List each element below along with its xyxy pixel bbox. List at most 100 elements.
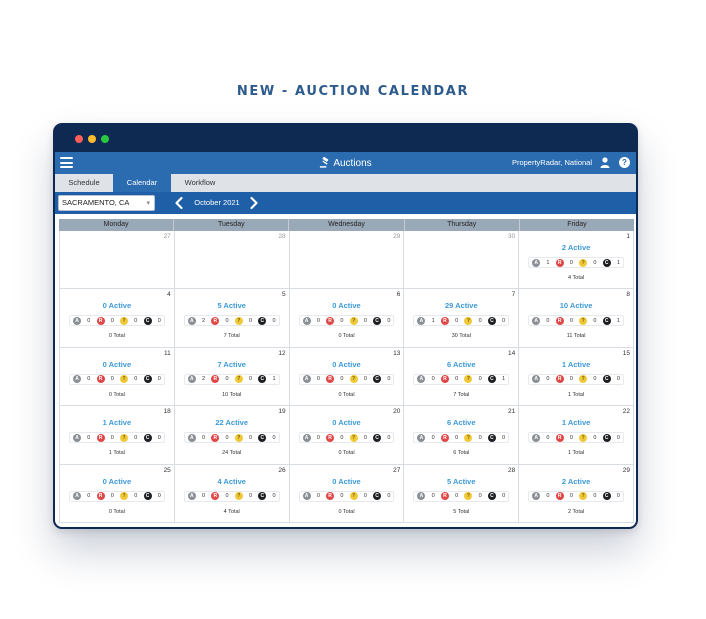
- status-count-value: 1: [272, 376, 276, 383]
- status-count-value: 0: [502, 434, 506, 441]
- status-count-value: 1: [431, 317, 435, 324]
- calendar-day-cell[interactable]: 55 Active A 2 R 0? 0 C 0 7 Total: [174, 289, 290, 348]
- active-count-link[interactable]: 0 Active: [290, 477, 404, 486]
- maximize-window-dot[interactable]: [101, 135, 109, 143]
- auction-status-a-icon: A: [73, 433, 81, 442]
- active-count-link[interactable]: 1 Active: [519, 360, 633, 369]
- calendar-day-cell[interactable]: 20 0 Active A 0 R 0? 0 C 0 0 Total: [289, 406, 405, 465]
- calendar-day-cell[interactable]: 29: [289, 231, 405, 290]
- calendar-day-cell[interactable]: 60 Active A 0 R 0? 0 C 0 0 Total: [289, 289, 405, 348]
- day-number: 30: [507, 233, 516, 240]
- auction-status-r-icon: R: [555, 375, 564, 384]
- status-count-value: 0: [593, 376, 597, 383]
- status-count-value: 0: [363, 317, 367, 324]
- active-count-link[interactable]: 2 Active: [519, 477, 633, 486]
- status-counts: A 0 R 0? 0 C 0: [528, 490, 624, 502]
- calendar-day-cell[interactable]: 26 4 Active A 0 R 0? 0 C 0 4 Total: [174, 464, 290, 523]
- auction-status-r-icon: R: [211, 316, 220, 325]
- active-count-link[interactable]: 1 Active: [519, 418, 633, 427]
- minimize-window-dot[interactable]: [88, 135, 96, 143]
- calendar-day-cell[interactable]: 40 Active A 0 R 0? 0 C 0 0 Total: [60, 289, 175, 348]
- active-count-link[interactable]: 0 Active: [290, 301, 404, 310]
- tab-workflow[interactable]: Workflow: [171, 174, 229, 192]
- auction-status-c-icon: C: [602, 492, 611, 501]
- auction-status-c-icon: C: [258, 433, 267, 442]
- day-number: 26: [278, 466, 286, 474]
- auction-status-unknown-icon: ?: [234, 316, 243, 325]
- status-count-value: 0: [340, 493, 344, 500]
- auction-status-a-icon: A: [302, 375, 311, 384]
- active-count-link[interactable]: 6 Active: [404, 418, 518, 427]
- calendar-day-cell[interactable]: 11 0 Active A 0 R 0? 0 C 0 0 Total: [60, 347, 175, 407]
- status-count-value: 0: [616, 434, 620, 441]
- status-count-value: 0: [157, 493, 161, 500]
- calendar-day-cell[interactable]: 25 0 Active A 0 R 0? 0 C 0 0 Total: [60, 464, 175, 523]
- status-count-value: 0: [593, 434, 597, 441]
- auction-status-unknown-icon: ?: [349, 492, 358, 501]
- total-count: 4 Total: [568, 275, 585, 281]
- calendar-day-cell[interactable]: 28 5 Active A 0 R 0? 0 C 0 5 Total: [404, 464, 520, 523]
- account-name[interactable]: PropertyRadar, National: [512, 158, 592, 167]
- help-icon[interactable]: ?: [619, 157, 630, 168]
- auction-status-r-icon: R: [440, 433, 449, 442]
- calendar-day-cell[interactable]: 15 1 Active A 0 R 0? 0 C 0 1 Total: [519, 347, 634, 407]
- calendar-day-cell[interactable]: 27 0 Active A 0 R 0? 0 C 0 0 Total: [289, 464, 405, 523]
- status-counts: A 0 R 0? 0 C 0: [528, 373, 624, 385]
- calendar-day-cell[interactable]: 14 6 Active A 0 R 0? 0 C 1 7 Total: [404, 347, 520, 407]
- status-count-value: 0: [546, 317, 550, 324]
- active-count-link[interactable]: 0 Active: [60, 360, 174, 369]
- auctions-app: Auctions PropertyRadar, National ? Sched…: [55, 152, 636, 527]
- calendar-day-cell[interactable]: 22 1 Active A 0 R 0? 0 C 0 1 Total: [519, 406, 634, 465]
- auction-status-c-icon: C: [143, 316, 152, 325]
- calendar-day-cell[interactable]: 27: [60, 231, 175, 290]
- total-count: 0 Total: [108, 333, 125, 340]
- auction-status-r-icon: R: [555, 433, 564, 442]
- active-count-link[interactable]: 22 Active: [175, 418, 289, 427]
- active-count-link[interactable]: 0 Active: [60, 301, 174, 310]
- status-count-value: 0: [431, 493, 435, 500]
- calendar-day-cell[interactable]: 12 Active A 1 R 0? 0 C 1 4 Total: [519, 231, 634, 290]
- calendar-day-cell[interactable]: 30: [404, 231, 520, 290]
- active-count-link[interactable]: 0 Active: [290, 360, 404, 369]
- calendar-day-cell[interactable]: 18 1 Active A 0 R 0? 0 C 0 1 Total: [60, 406, 175, 465]
- active-count-link[interactable]: 6 Active: [404, 360, 518, 369]
- active-count-link[interactable]: 5 Active: [175, 301, 289, 310]
- total-count: 2 Total: [568, 508, 585, 515]
- close-window-dot[interactable]: [75, 135, 83, 143]
- active-count-link[interactable]: 29 Active: [404, 301, 518, 310]
- app-topbar: Auctions PropertyRadar, National ?: [55, 152, 636, 174]
- calendar-day-cell[interactable]: 21 6 Active A 0 R 0? 0 C 0 6 Total: [404, 406, 520, 465]
- auction-status-c-icon: C: [487, 316, 496, 325]
- active-count-link[interactable]: 10 Active: [519, 301, 633, 310]
- calendar-day-cell[interactable]: 13 0 Active A 0 R 0? 0 C 0 0 Total: [289, 347, 405, 407]
- status-count-value: 0: [87, 376, 91, 383]
- active-count-link[interactable]: 5 Active: [404, 477, 518, 486]
- auction-status-unknown-icon: ?: [120, 433, 128, 442]
- calendar-day-cell[interactable]: 19 22 Active A 0 R 0? 0 C 0 24 Total: [174, 406, 290, 465]
- calendar-day-cell[interactable]: 29 2 Active A 0 R 0? 0 C 0 2 Total: [519, 464, 634, 523]
- status-count-value: 0: [225, 493, 229, 500]
- active-count-link[interactable]: 0 Active: [290, 418, 404, 427]
- user-icon[interactable]: [600, 157, 610, 168]
- prev-month-icon[interactable]: [174, 196, 184, 210]
- active-count-link[interactable]: 4 Active: [175, 477, 289, 486]
- tab-calendar[interactable]: Calendar: [113, 174, 171, 192]
- day-number: 8: [626, 291, 630, 299]
- calendar-day-cell[interactable]: 7 29 Active A 1 R 0? 0 C 0 30 Total: [404, 289, 520, 348]
- auction-status-unknown-icon: ?: [464, 316, 473, 325]
- tab-schedule[interactable]: Schedule: [55, 174, 113, 192]
- menu-icon[interactable]: [60, 157, 73, 168]
- calendar-day-cell[interactable]: 12 7 Active A 2 R 0? 0 C 1 10 Total: [174, 347, 290, 407]
- active-count-link[interactable]: 2 Active: [519, 243, 633, 252]
- status-count-value: 0: [202, 493, 206, 500]
- active-count-link[interactable]: 7 Active: [175, 360, 289, 369]
- calendar-day-cell[interactable]: 28: [174, 231, 290, 290]
- next-month-icon[interactable]: [249, 196, 259, 210]
- status-count-value: 0: [593, 317, 597, 324]
- active-count-link[interactable]: 1 Active: [60, 418, 174, 427]
- active-count-link[interactable]: 0 Active: [60, 477, 174, 486]
- calendar-day-cell[interactable]: 8 10 Active A 0 R 0? 0 C 1 11 Total: [519, 289, 634, 348]
- city-select[interactable]: SACRAMENTO, CA ▾: [58, 195, 155, 211]
- auction-status-r-icon: R: [555, 258, 564, 267]
- status-counts: A 2 R 0? 0 C 0: [183, 315, 280, 327]
